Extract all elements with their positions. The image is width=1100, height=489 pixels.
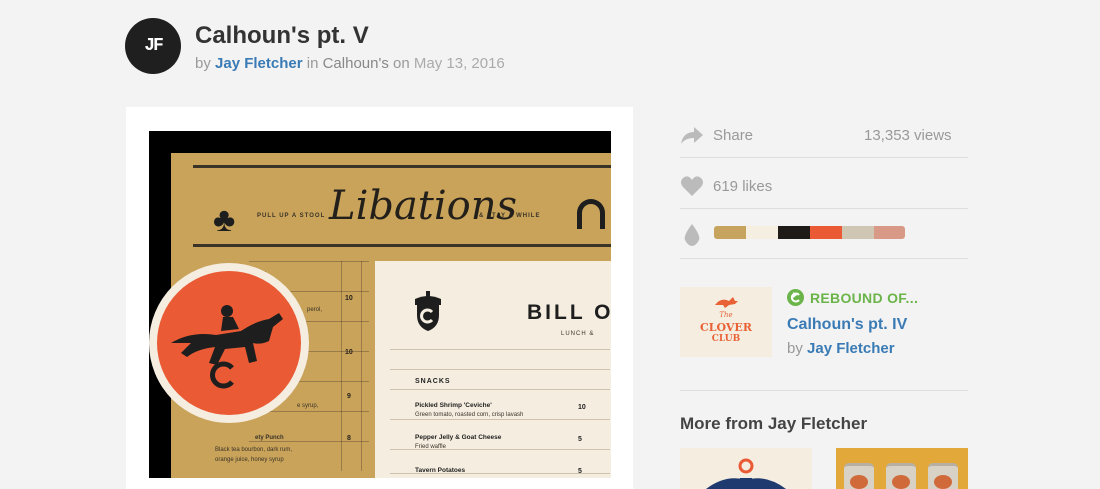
food-menu-card: BILL O LUNCH & SNACKS Pickled Shrimp 'Ce… <box>375 261 611 478</box>
left-menu-text: Black tea bourbon, dark rum, <box>215 447 293 453</box>
food-menu-subtitle: LUNCH & <box>561 331 595 337</box>
horse-badge <box>157 271 301 415</box>
on-label: on <box>393 55 410 72</box>
left-menu-text: ety Punch <box>255 435 284 441</box>
color-swatch[interactable] <box>714 226 746 239</box>
beer-can-icon <box>928 463 958 489</box>
paper-rule <box>390 349 610 350</box>
thumb-text: The <box>719 311 733 319</box>
more-from-heading: More from Jay Fletcher <box>680 414 868 433</box>
author-avatar[interactable]: JF <box>125 18 181 74</box>
thumb-text: CLOVER <box>700 321 752 334</box>
menu-section-title: SNACKS <box>415 378 451 385</box>
sidebar-divider <box>680 390 968 391</box>
color-drop-icon <box>684 224 700 246</box>
color-swatch[interactable] <box>842 226 874 239</box>
shot-title: Calhoun's pt. V <box>195 22 369 49</box>
view-count: 13,353 views <box>864 127 952 144</box>
ruled-column <box>361 261 362 471</box>
club-suit-icon: ♣ <box>213 201 236 239</box>
shot-image[interactable]: ♣ PULL UP A STOOL & STAY A WHILE Libatio… <box>149 131 611 478</box>
in-label: in <box>306 55 319 72</box>
menu-left-caption: PULL UP A STOOL <box>257 213 326 219</box>
more-shot-thumbnail[interactable] <box>836 448 968 489</box>
by-label: by <box>195 55 211 72</box>
beer-can-icon <box>886 463 916 489</box>
share-icon[interactable] <box>680 125 704 145</box>
menu-top-rule <box>193 165 611 168</box>
left-menu-text: e syrup, <box>297 403 319 409</box>
left-menu-price: 10 <box>345 349 353 356</box>
menu-heading: Libations <box>329 183 518 229</box>
color-swatch[interactable] <box>874 226 905 239</box>
menu-item-name: Pepper Jelly & Goat Cheese <box>415 434 502 441</box>
color-swatch[interactable] <box>778 226 810 239</box>
paper-rule <box>390 389 610 390</box>
fox-icon <box>715 297 738 308</box>
more-shot-thumbnail[interactable] <box>680 448 812 489</box>
menu-item-price: 5 <box>578 436 582 443</box>
c-monogram-icon <box>210 361 234 389</box>
rebound-icon <box>787 289 804 306</box>
color-swatch[interactable] <box>810 226 842 239</box>
left-menu-text: perol, <box>307 307 323 313</box>
shot-date: May 13, 2016 <box>413 55 505 72</box>
likes-count[interactable]: 619 likes <box>713 178 772 195</box>
menu-item-desc: Fried waffle <box>415 444 446 450</box>
sidebar-divider <box>680 157 968 158</box>
food-menu-title: BILL O <box>527 301 611 324</box>
paper-rule <box>390 419 610 420</box>
beer-can-icon <box>844 463 874 489</box>
menu-item-name: Pickled Shrimp 'Ceviche' <box>415 402 492 409</box>
ruled-line <box>249 261 369 262</box>
menu-item-price: 10 <box>578 404 586 411</box>
paper-rule <box>390 369 610 370</box>
sidebar-divider <box>680 258 968 259</box>
menu-item-name: Tavern Potatoes <box>415 467 466 474</box>
byline: by Jay Fletcher in Calhoun's on May 13, … <box>195 55 505 72</box>
left-menu-text: orange juice, honey syrup <box>215 457 284 463</box>
heart-icon[interactable] <box>680 175 704 197</box>
rebound-title-link[interactable]: Calhoun's pt. IV <box>787 316 907 334</box>
left-menu-price: 9 <box>347 393 351 400</box>
thumb-text: CLUB <box>711 334 741 344</box>
rebound-byline: by Jay Fletcher <box>787 340 895 357</box>
ruled-line <box>249 441 369 442</box>
left-menu-price: 8 <box>347 435 351 442</box>
by-label: by <box>787 340 803 357</box>
avatar-monogram: JF <box>144 36 164 56</box>
color-swatch[interactable] <box>746 226 778 239</box>
rebound-label: REBOUND OF... <box>810 290 919 306</box>
eagle-emblem-icon <box>706 458 786 489</box>
acorn-icon <box>415 291 441 331</box>
menu-mid-rule <box>193 244 611 247</box>
left-menu-price: 10 <box>345 295 353 302</box>
horseshoe-icon <box>577 199 605 229</box>
team-link[interactable]: Calhoun's <box>323 55 389 72</box>
sidebar-divider <box>680 208 968 209</box>
ruled-column <box>341 261 342 471</box>
author-link[interactable]: Jay Fletcher <box>215 55 303 72</box>
rebound-thumbnail[interactable]: The CLOVER CLUB <box>680 287 772 357</box>
share-label[interactable]: Share <box>713 127 753 144</box>
menu-item-desc: Green tomato, roasted corn, crisp lavash <box>415 412 524 418</box>
menu-item-price: 5 <box>578 468 582 475</box>
rebound-author-link[interactable]: Jay Fletcher <box>807 340 895 357</box>
